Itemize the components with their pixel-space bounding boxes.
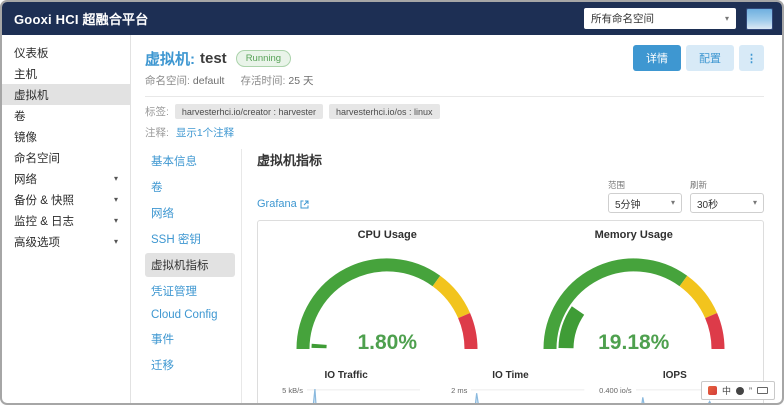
namespace-selector-value: 所有命名空间 (591, 11, 654, 26)
metrics-panel: 虚拟机指标 Grafana 范围 5分钟 ▾ (241, 149, 764, 403)
age-meta: 存活时间:25 天 (240, 73, 313, 88)
annotation-row: 注释: 显示1个注释 (145, 125, 764, 140)
tab-cloud-config[interactable]: Cloud Config (145, 305, 235, 325)
range-label: 范围 (608, 179, 682, 191)
tab-basic-info[interactable]: 基本信息 (145, 149, 235, 173)
grafana-link[interactable]: Grafana (257, 198, 309, 210)
tab-volumes[interactable]: 卷 (145, 175, 235, 199)
ime-mode-indicator[interactable]: 中 (722, 384, 731, 397)
tags-row: 标签: harvesterhci.io/creator : harvester … (145, 104, 764, 119)
user-avatar[interactable] (746, 8, 773, 30)
mini-charts-row: IO Traffic 5 kB/s 4 kB/s 3 kB/s (264, 370, 757, 403)
main-content: 虚拟机: test Running 详情 配置 ⋮ 命名空间:default 存… (131, 35, 782, 403)
area-chart (471, 385, 584, 403)
tab-events[interactable]: 事件 (145, 327, 235, 351)
sidebar-item-namespaces[interactable]: 命名空间 (2, 147, 130, 168)
tag-chip: harvesterhci.io/os : linux (329, 104, 440, 119)
sidebar-item-dashboard[interactable]: 仪表板 (2, 42, 130, 63)
chevron-down-icon: ▾ (725, 15, 729, 23)
namespace-meta: 命名空间:default (145, 73, 224, 88)
y-axis-labels: 5 kB/s 4 kB/s 3 kB/s (264, 386, 307, 403)
chevron-down-icon: ▾ (671, 199, 675, 207)
moon-icon[interactable] (736, 387, 744, 395)
status-badge: Running (236, 50, 291, 67)
show-annotations-link[interactable]: 显示1个注释 (176, 127, 234, 139)
sidebar: 仪表板 主机 虚拟机 卷 镜像 命名空间 网络▾ 备份 & 快照▾ 监控 & 日… (2, 35, 131, 403)
refresh-group: 刷新 30秒 ▾ (690, 179, 764, 213)
range-group: 范围 5分钟 ▾ (608, 179, 682, 213)
sidebar-item-hosts[interactable]: 主机 (2, 63, 130, 84)
sidebar-item-networks[interactable]: 网络▾ (2, 168, 130, 189)
tab-networks[interactable]: 网络 (145, 201, 235, 225)
namespace-selector[interactable]: 所有命名空间 ▾ (584, 8, 736, 29)
chevron-down-icon: ▾ (114, 196, 118, 204)
chevron-down-icon: ▾ (114, 175, 118, 183)
tab-ssh-keys[interactable]: SSH 密钥 (145, 227, 235, 251)
detail-tabs: 基本信息 卷 网络 SSH 密钥 虚拟机指标 凭证管理 Cloud Config… (145, 149, 241, 403)
y-axis-labels: 2 ms 1.50 ms 1 ms (428, 386, 471, 403)
metrics-controls: Grafana 范围 5分钟 ▾ (257, 179, 764, 213)
io-traffic-chart: IO Traffic 5 kB/s 4 kB/s 3 kB/s (264, 370, 428, 403)
refresh-label: 刷新 (690, 179, 764, 191)
config-button[interactable]: 配置 (686, 45, 734, 71)
sidebar-item-volumes[interactable]: 卷 (2, 105, 130, 126)
sidebar-item-advanced[interactable]: 高级选项▾ (2, 231, 130, 252)
action-buttons: 详情 配置 ⋮ (633, 45, 764, 71)
tags-label: 标签: (145, 104, 169, 119)
sidebar-item-backup-snapshot[interactable]: 备份 & 快照▾ (2, 189, 130, 210)
tab-credentials[interactable]: 凭证管理 (145, 279, 235, 303)
y-axis-labels: 0.400 io/s 0.300 io/s 0.200 io/s (593, 386, 636, 403)
range-select[interactable]: 5分钟 ▾ (608, 193, 682, 213)
annotation-label: 注释: (145, 127, 169, 139)
detail-section: 基本信息 卷 网络 SSH 密钥 虚拟机指标 凭证管理 Cloud Config… (145, 149, 764, 403)
area-chart (307, 385, 420, 403)
app-body: 仪表板 主机 虚拟机 卷 镜像 命名空间 网络▾ 备份 & 快照▾ 监控 & 日… (2, 35, 782, 403)
resource-name: test (200, 50, 227, 67)
more-actions-button[interactable]: ⋮ (739, 45, 764, 71)
gauge-row: CPU Usage 1.80% Memory Usage (264, 229, 757, 360)
range-refresh-controls: 范围 5分钟 ▾ 刷新 30秒 ▾ (608, 179, 764, 213)
external-link-icon (300, 200, 309, 209)
ime-logo-icon (708, 386, 717, 395)
brand-title: Gooxi HCI 超融合平台 (14, 9, 574, 28)
keyboard-icon[interactable] (757, 387, 768, 394)
tab-vm-metrics[interactable]: 虚拟机指标 (145, 253, 235, 277)
chevron-down-icon: ▾ (114, 238, 118, 246)
chevron-down-icon: ▾ (114, 217, 118, 225)
io-time-chart: IO Time 2 ms 1.50 ms 1 ms (428, 370, 592, 403)
header: Gooxi HCI 超融合平台 所有命名空间 ▾ (2, 2, 782, 35)
sidebar-item-images[interactable]: 镜像 (2, 126, 130, 147)
punctuation-icon[interactable]: ” (749, 386, 752, 396)
tag-chip: harvesterhci.io/creator : harvester (175, 104, 323, 119)
resource-meta-row: 命名空间:default 存活时间:25 天 (145, 73, 764, 88)
memory-usage-value: 19.18% (525, 331, 743, 355)
sidebar-item-monitoring-logs[interactable]: 监控 & 日志▾ (2, 210, 130, 231)
panel-heading: 虚拟机指标 (257, 150, 764, 169)
divider (145, 96, 764, 97)
memory-usage-gauge: Memory Usage 19.18% (511, 229, 758, 360)
cpu-usage-value: 1.80% (278, 331, 496, 355)
app-window: Gooxi HCI 超融合平台 所有命名空间 ▾ 仪表板 主机 虚拟机 卷 镜像… (0, 0, 784, 405)
sidebar-item-virtual-machines[interactable]: 虚拟机 (2, 84, 130, 105)
resource-type-link[interactable]: 虚拟机: (145, 48, 195, 69)
chevron-down-icon: ▾ (753, 199, 757, 207)
ime-toolbar[interactable]: 中 ” (701, 381, 775, 400)
metrics-box: CPU Usage 1.80% Memory Usage (257, 220, 764, 403)
details-button[interactable]: 详情 (633, 45, 681, 71)
cpu-usage-gauge: CPU Usage 1.80% (264, 229, 511, 360)
tab-migration[interactable]: 迁移 (145, 353, 235, 377)
refresh-select[interactable]: 30秒 ▾ (690, 193, 764, 213)
page-title-row: 虚拟机: test Running 详情 配置 ⋮ (145, 45, 764, 71)
